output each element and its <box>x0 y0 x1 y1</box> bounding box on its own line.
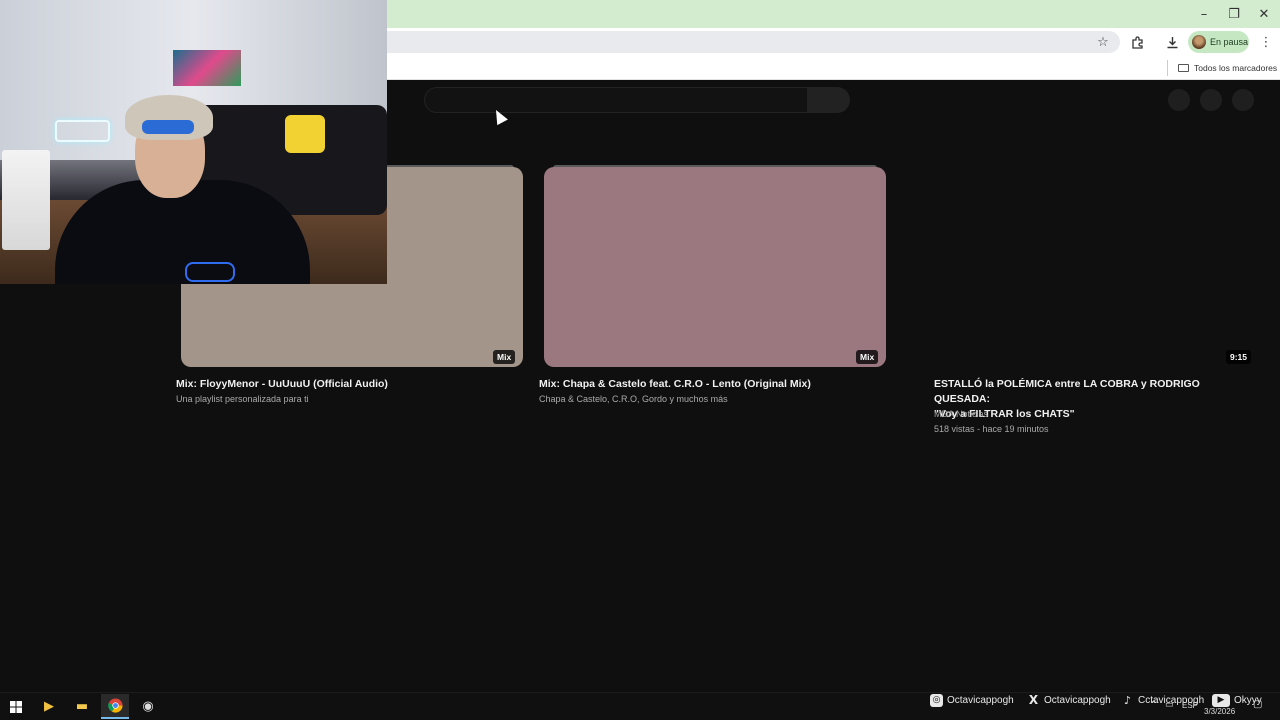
video-title[interactable]: Mix: Chapa & Castelo feat. C.R.O - Lento… <box>539 377 879 392</box>
puzzle-icon <box>1131 35 1143 49</box>
video-thumbnail[interactable] <box>907 167 1249 367</box>
search-input[interactable] <box>424 87 808 113</box>
folder-icon <box>1178 64 1189 72</box>
streamer-glasses <box>142 120 194 134</box>
notifications-button[interactable] <box>1200 89 1222 111</box>
video-thumbnail[interactable] <box>544 167 886 367</box>
downloads-button[interactable] <box>1162 32 1182 52</box>
close-icon: ✕ <box>1258 6 1270 22</box>
all-bookmarks-button[interactable]: Todos los marcadores <box>1178 60 1277 76</box>
network-icon: ▭ <box>1165 700 1174 710</box>
browser-menu-button[interactable]: ⋮ <box>1256 32 1276 52</box>
obs-icon: ◉ <box>142 699 154 714</box>
instagram-icon: ◎ <box>930 693 943 707</box>
create-button[interactable] <box>1168 89 1190 111</box>
search-button[interactable] <box>807 87 850 113</box>
social-handle: ◎ Octavicappogh <box>930 693 1014 707</box>
extensions-button[interactable] <box>1127 32 1147 52</box>
video-title-line: ESTALLÓ la POLÉMICA entre LA COBRA y ROD… <box>934 378 1200 405</box>
download-icon <box>1167 36 1177 48</box>
video-meta: Chapa & Castelo, C.R.O, Gordo y muchos m… <box>539 394 728 404</box>
jersey-logo <box>185 262 235 282</box>
duration-badge: 9:15 <box>1226 350 1252 364</box>
notification-icon: ▢ <box>1253 699 1263 710</box>
tray-overflow-button[interactable]: ^ <box>1150 700 1158 710</box>
video-title[interactable]: Mix: FloyyMenor - UuUuuU (Official Audio… <box>176 377 516 392</box>
video-meta: Una playlist personalizada para ti <box>176 394 309 404</box>
notification-center-button[interactable]: ▢ <box>1253 699 1262 710</box>
social-handle: X Octavicappogh <box>1027 693 1111 707</box>
wall-painting <box>173 50 241 86</box>
windows-icon <box>10 700 22 713</box>
start-button[interactable] <box>2 694 30 719</box>
star-icon: ☆ <box>1097 34 1109 50</box>
profile-button[interactable]: En pausa <box>1188 31 1249 53</box>
neon-sign <box>55 120 110 142</box>
minimize-button[interactable]: – <box>1189 4 1219 24</box>
minimize-icon: – <box>1200 6 1208 22</box>
channel-name[interactable]: MDA Noticias <box>934 407 988 422</box>
mix-badge: Mix <box>493 350 516 364</box>
plush-toy <box>285 115 325 153</box>
x-icon: X <box>1028 693 1039 707</box>
media-player-icon: ▶ <box>44 699 54 714</box>
taskbar-media-app[interactable]: ▶ <box>35 694 63 719</box>
tray-network-button[interactable]: ▭ <box>1165 700 1174 710</box>
taskbar-file-explorer[interactable]: ▬ <box>68 694 96 719</box>
restore-button[interactable]: ❐ <box>1219 4 1249 24</box>
video-stats: 518 vistas - hace 19 minutos <box>934 424 1049 434</box>
bookmark-star-button[interactable]: ☆ <box>1093 32 1113 52</box>
tiktok-icon: ♪ <box>1123 693 1132 707</box>
avatar <box>1192 35 1206 49</box>
bookmarks-divider <box>1167 60 1168 76</box>
chrome-icon <box>107 698 123 713</box>
all-bookmarks-label: Todos los marcadores <box>1194 63 1278 73</box>
social-handle-label: Octavicappogh <box>1044 694 1111 706</box>
input-language[interactable]: ESP <box>1182 701 1198 710</box>
mix-badge: Mix <box>856 350 879 364</box>
close-window-button[interactable]: ✕ <box>1249 4 1279 24</box>
taskbar-chrome[interactable] <box>101 694 129 719</box>
folder-icon: ▬ <box>75 699 89 714</box>
webcam-overlay <box>0 0 387 284</box>
taskbar-obs[interactable]: ◉ <box>134 694 162 719</box>
chevron-up-icon: ^ <box>1150 700 1158 710</box>
kebab-menu-icon: ⋮ <box>1259 34 1273 50</box>
taskbar-date[interactable]: 3/3/2026 <box>1204 707 1235 716</box>
air-cooler <box>2 150 50 250</box>
youtube-icon: ▶ <box>1212 693 1230 707</box>
social-handle-label: Octavicappogh <box>947 694 1014 706</box>
profile-status-label: En pausa <box>1210 37 1249 47</box>
account-avatar-button[interactable] <box>1232 89 1254 111</box>
restore-icon: ❐ <box>1228 6 1240 22</box>
